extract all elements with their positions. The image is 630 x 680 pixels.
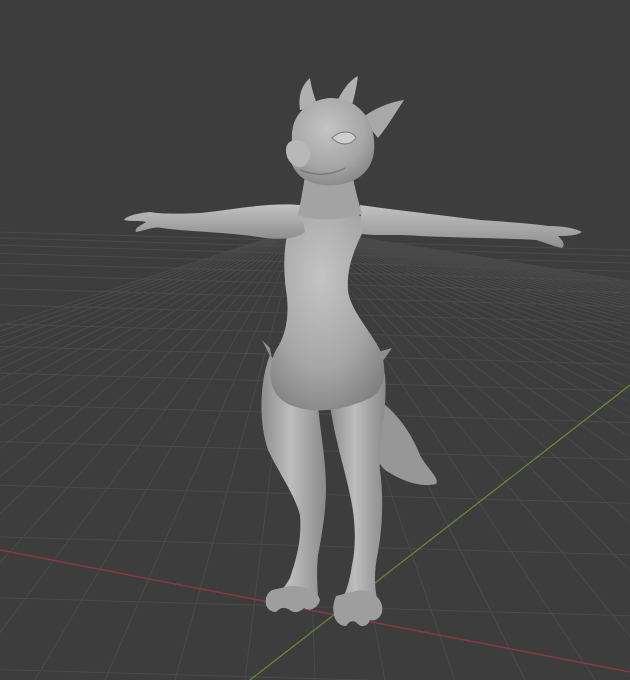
3d-viewport[interactable]: [0, 0, 630, 680]
viewport-canvas[interactable]: [0, 0, 630, 680]
